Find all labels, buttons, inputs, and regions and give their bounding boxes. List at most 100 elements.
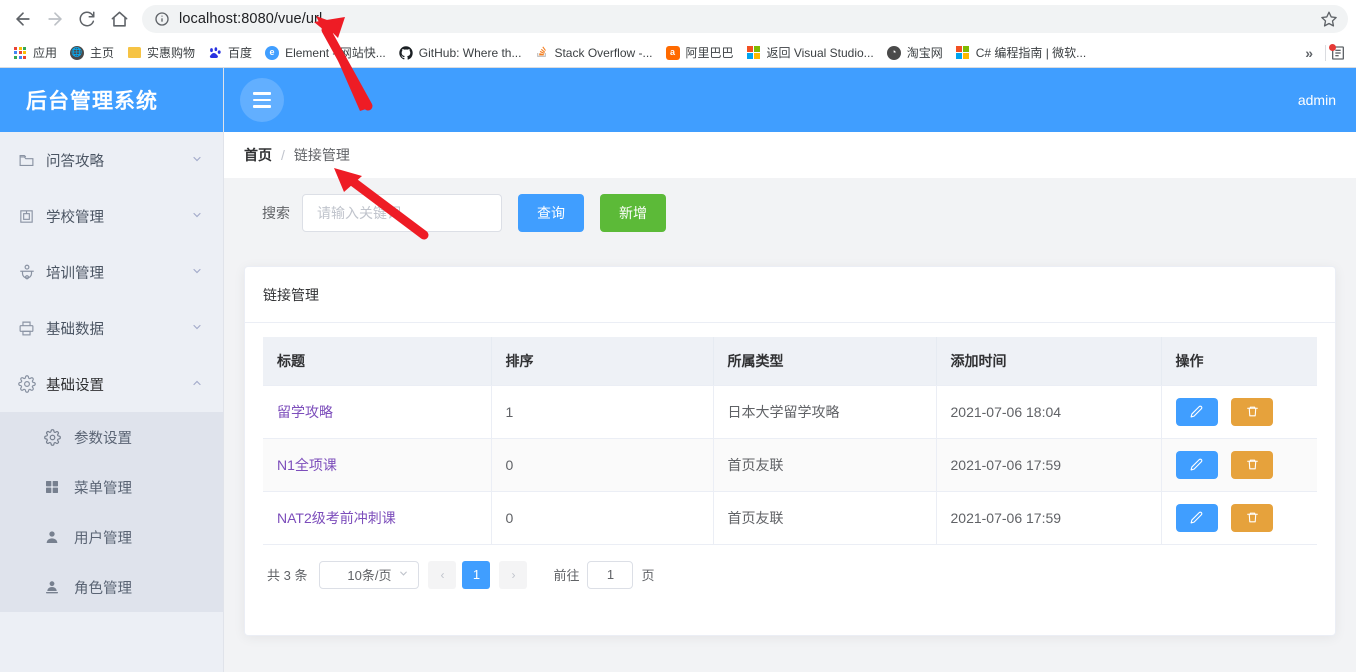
address-bar[interactable]: localhost:8080/vue/url [142,5,1348,33]
page-content: 搜索 查询 新增 链接管理 标题 排序 [224,178,1356,636]
sidebar-item-role-management[interactable]: 角色管理 [0,562,223,612]
search-label: 搜索 [262,203,290,223]
bookmark-csharp-guide[interactable]: C# 编程指南 | 微软... [949,41,1092,65]
column-header-title[interactable]: 标题 [263,337,491,385]
bookmark-label: 实惠购物 [147,44,195,61]
table-body: 留学攻略 1 日本大学留学攻略 2021-07-06 18:04 [263,385,1317,544]
bookmark-label: 返回 Visual Studio... [767,44,874,61]
pagination: 共 3 条 10条/页 ‹ 1 › 前往 [263,545,1317,589]
sidebar-item-label: 问答攻略 [40,150,191,171]
edit-pencil-icon[interactable] [1176,451,1218,479]
toolbar-divider [1325,45,1326,61]
cell-sort: 1 [491,385,713,438]
link-management-card: 链接管理 标题 排序 所属类型 添加时间 操作 [244,266,1336,636]
bookmark-github[interactable]: GitHub: Where th... [392,41,528,65]
sidebar-item-label: 基础设置 [40,374,191,395]
sidebar-item-basic-settings[interactable]: 基础设置 [0,356,223,412]
cell-type: 首页友联 [713,491,936,544]
forward-arrow-icon[interactable] [40,4,70,34]
bookmark-stackoverflow[interactable]: Stack Overflow -... [527,41,658,65]
top-header-bar: admin [224,68,1356,132]
column-header-time[interactable]: 添加时间 [936,337,1161,385]
sidebar-item-qa-guide[interactable]: 问答攻略 [0,132,223,188]
reload-icon[interactable] [72,4,102,34]
sidebar-subitem-label: 参数设置 [68,427,132,448]
pagination-page-1[interactable]: 1 [462,561,490,589]
query-button[interactable]: 查询 [518,194,584,232]
bookmark-star-icon[interactable] [1320,10,1338,28]
bookmarks-bar: 应用 🌐 主页 实惠购物 百度 e Element - 网站快... [0,38,1356,68]
sidebar-item-parameter-settings[interactable]: 参数设置 [0,412,223,462]
browser-toolbar: localhost:8080/vue/url [0,0,1356,38]
chevron-down-icon [191,209,203,224]
pagination-jump-label: 前往 [553,565,579,584]
page-size-select[interactable]: 10条/页 [319,561,419,589]
sidebar-item-user-management[interactable]: 用户管理 [0,512,223,562]
sidebar-item-label: 培训管理 [40,262,191,283]
cell-time: 2021-07-06 18:04 [936,385,1161,438]
links-table: 标题 排序 所属类型 添加时间 操作 留学攻略 1 日本大学留学 [263,337,1317,545]
home-icon[interactable] [104,4,134,34]
bookmarks-overflow-button[interactable]: » [1297,45,1321,61]
bookmark-alibaba[interactable]: a 阿里巴巴 [659,41,740,65]
breadcrumb-separator: / [281,147,285,163]
pagination-prev-button[interactable]: ‹ [428,561,456,589]
trash-icon[interactable] [1231,451,1273,479]
breadcrumb-home[interactable]: 首页 [244,145,272,165]
sidebar-item-training-management[interactable]: 培训管理 [0,244,223,300]
stackoverflow-icon [533,45,549,61]
sidebar: 后台管理系统 问答攻略 学校管理 培训管理 [0,68,224,672]
cell-title[interactable]: 留学攻略 [263,385,491,438]
edit-pencil-icon[interactable] [1176,398,1218,426]
cell-title[interactable]: NAT2级考前冲刺课 [263,491,491,544]
table-header-row: 标题 排序 所属类型 添加时间 操作 [263,337,1317,385]
sidebar-item-basic-data[interactable]: 基础数据 [0,300,223,356]
globe-icon: 🌐 [69,45,85,61]
info-circle-icon[interactable] [154,11,170,27]
main-area: admin 首页 / 链接管理 搜索 查询 新增 链接管理 [224,68,1356,672]
pagination-next-button[interactable]: › [499,561,527,589]
page-size-value: 10条/页 [347,565,391,584]
browser-chrome: localhost:8080/vue/url 应用 🌐 主页 实惠购物 [0,0,1356,68]
sidebar-item-school-management[interactable]: 学校管理 [0,188,223,244]
gear-icon [44,429,68,446]
trash-icon[interactable] [1231,398,1273,426]
search-toolbar: 搜索 查询 新增 [244,178,1336,248]
column-header-actions: 操作 [1161,337,1317,385]
add-button[interactable]: 新增 [600,194,666,232]
bookmark-apps[interactable]: 应用 [6,41,63,65]
bookmark-baidu[interactable]: 百度 [201,41,258,65]
bookmark-home[interactable]: 🌐 主页 [63,41,120,65]
sidebar-submenu-basic-settings: 参数设置 菜单管理 用户管理 角色管理 [0,412,223,612]
bookmark-label: 主页 [90,44,114,61]
cell-sort: 0 [491,491,713,544]
folder-icon [18,152,40,169]
cell-sort: 0 [491,438,713,491]
chevron-down-icon [191,321,203,336]
bookmark-visual-studio[interactable]: 返回 Visual Studio... [740,41,880,65]
trash-icon[interactable] [1231,504,1273,532]
bookmark-label: Stack Overflow -... [554,46,652,60]
back-arrow-icon[interactable] [8,4,38,34]
search-input[interactable] [302,194,502,232]
reading-list-icon[interactable] [1330,45,1346,61]
edit-pencil-icon[interactable] [1176,504,1218,532]
chevron-down-icon [398,568,409,582]
bookmark-element[interactable]: e Element - 网站快... [258,41,392,65]
bookmark-label: 阿里巴巴 [686,44,734,61]
user-menu[interactable]: admin [1298,92,1336,108]
sidebar-item-menu-management[interactable]: 菜单管理 [0,462,223,512]
bookmark-shopping[interactable]: 实惠购物 [120,41,201,65]
pagination-jumper: 前往 页 [553,561,654,589]
microsoft-icon [955,45,971,61]
folder-icon [126,45,142,61]
cell-title[interactable]: N1全项课 [263,438,491,491]
hamburger-icon[interactable] [240,78,284,122]
bookmark-taobao[interactable]: ◔ 淘宝网 [880,41,949,65]
chevron-down-icon [191,265,203,280]
column-header-type[interactable]: 所属类型 [713,337,936,385]
pagination-jump-input[interactable] [587,561,633,589]
sidebar-subitem-label: 角色管理 [68,577,132,598]
column-header-sort[interactable]: 排序 [491,337,713,385]
address-bar-url[interactable]: localhost:8080/vue/url [179,11,1320,27]
